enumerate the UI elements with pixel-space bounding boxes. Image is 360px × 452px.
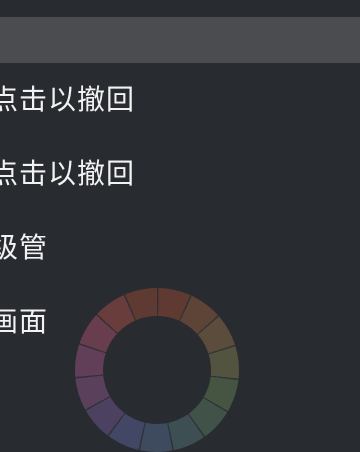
menu-item-manage[interactable]: 级管	[0, 211, 360, 285]
menu-item-label: 点击以撤回	[0, 157, 136, 190]
top-bar	[0, 17, 360, 63]
color-wheel-icon[interactable]	[75, 288, 239, 452]
menu-item-label: 级管	[0, 231, 49, 264]
menu-item-label: 画面	[0, 305, 49, 338]
menu-item-undo-2[interactable]: 点击以撤回	[0, 137, 360, 211]
menu-item-undo-1[interactable]: 点击以撤回	[0, 63, 360, 137]
menu-item-label: 点击以撤回	[0, 83, 136, 116]
